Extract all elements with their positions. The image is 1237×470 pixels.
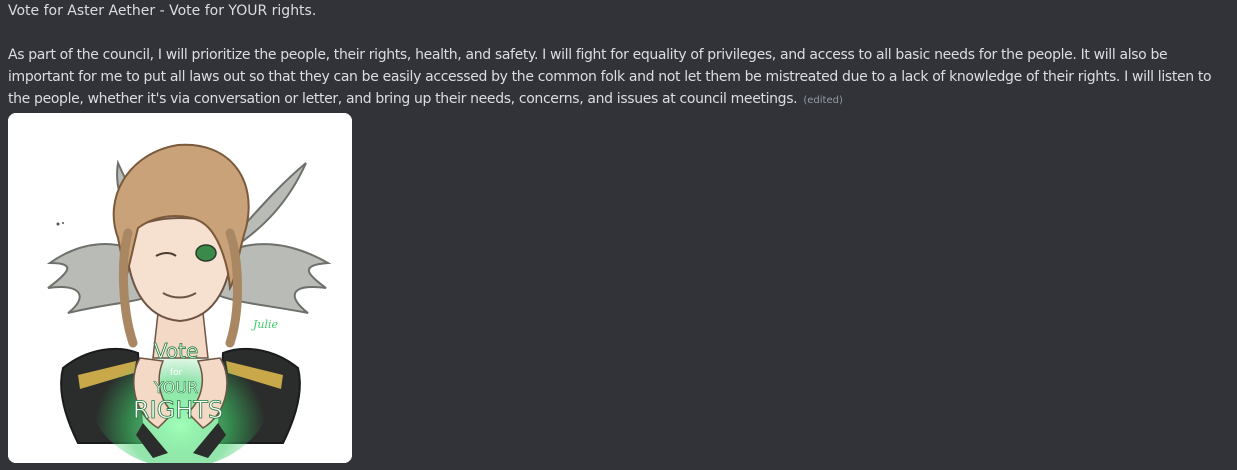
- poster-text-rights: RIGHTS: [133, 396, 223, 424]
- poster-text-your: YOUR: [153, 378, 198, 397]
- campaign-poster-illustration: Vote for YOUR RIGHTS Julie: [8, 113, 352, 463]
- edited-indicator: (edited): [803, 95, 843, 106]
- poster-text-for: for: [170, 368, 183, 378]
- message-title: Vote for Aster Aether - Vote for YOUR ri…: [8, 3, 317, 19]
- image-attachment[interactable]: Vote for YOUR RIGHTS Julie: [8, 113, 352, 463]
- message-body: As part of the council, I will prioritiz…: [8, 44, 1230, 112]
- chat-message: Vote for Aster Aether - Vote for YOUR ri…: [8, 0, 1230, 112]
- artist-signature: Julie: [251, 318, 279, 331]
- poster-text-vote: Vote: [154, 339, 199, 363]
- message-body-text: As part of the council, I will prioritiz…: [8, 47, 1212, 107]
